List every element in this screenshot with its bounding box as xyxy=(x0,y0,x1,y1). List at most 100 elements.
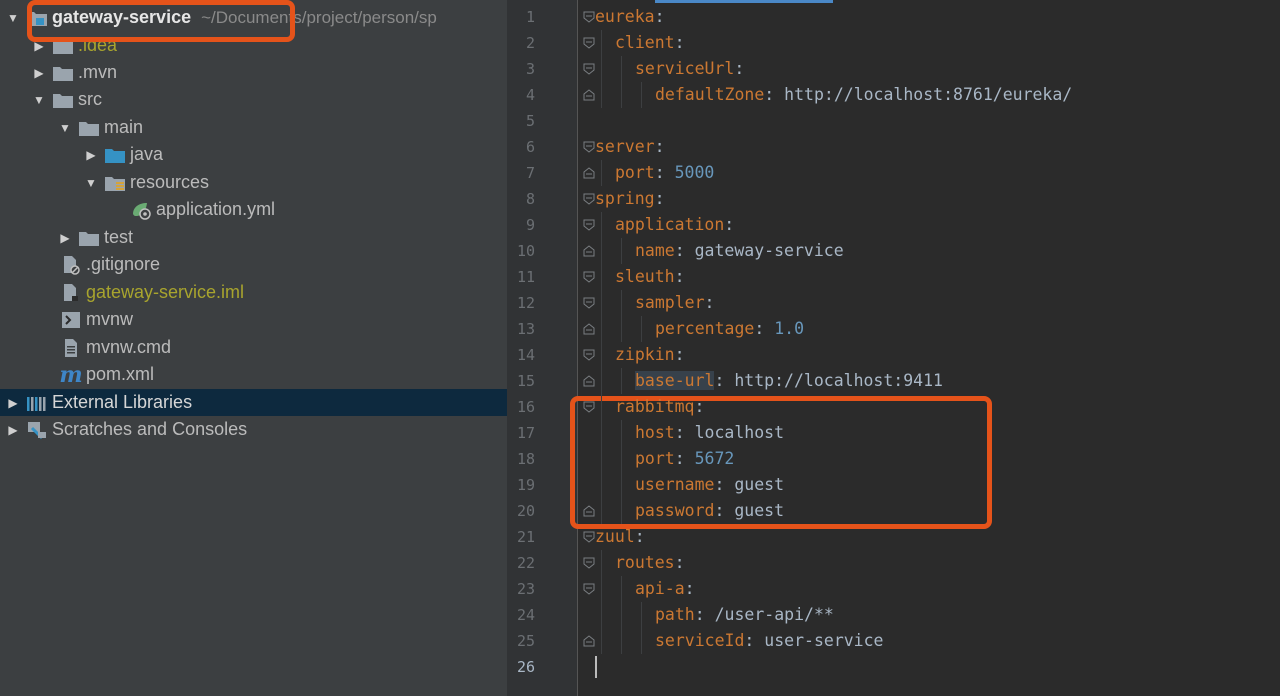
tree-item-application-yml[interactable]: application.yml xyxy=(0,196,507,223)
text-file-icon xyxy=(60,338,82,358)
yaml-colon: : xyxy=(714,371,725,390)
fold-close-icon[interactable] xyxy=(583,167,595,179)
code-line[interactable]: zuul: xyxy=(595,524,645,550)
code-line[interactable]: password: guest xyxy=(635,498,784,524)
tree-item-src[interactable]: ▼ src xyxy=(0,86,507,113)
fold-open-icon[interactable] xyxy=(583,531,595,543)
code-line[interactable]: routes: xyxy=(615,550,685,576)
code-line[interactable]: server: xyxy=(595,134,665,160)
yaml-colon: : xyxy=(694,397,705,416)
code-line[interactable]: base-url: http://localhost:9411 xyxy=(635,368,943,394)
tree-item-java[interactable]: ▶ java xyxy=(0,141,507,168)
fold-open-icon[interactable] xyxy=(583,193,595,205)
yaml-colon: : xyxy=(654,189,665,208)
code-line[interactable]: client: xyxy=(615,30,685,56)
chevron-right-icon[interactable]: ▶ xyxy=(32,66,46,80)
tree-item-label: main xyxy=(104,117,144,137)
code-line[interactable]: defaultZone: http://localhost:8761/eurek… xyxy=(655,82,1072,108)
folder-icon xyxy=(78,228,100,248)
yaml-colon: : xyxy=(734,59,745,78)
fold-close-icon[interactable] xyxy=(583,505,595,517)
yaml-key: host xyxy=(635,423,675,442)
tree-item-label: java xyxy=(130,144,164,164)
code-line[interactable]: port: 5672 xyxy=(635,446,734,472)
code-line[interactable]: sleuth: xyxy=(615,264,685,290)
tree-item-mvnw-cmd[interactable]: mvnw.cmd xyxy=(0,334,507,361)
fold-open-icon[interactable] xyxy=(583,219,595,231)
indent-guide xyxy=(621,628,622,654)
code-line[interactable]: application: xyxy=(615,212,734,238)
code-line[interactable]: name: gateway-service xyxy=(635,238,844,264)
chevron-right-icon[interactable]: ▶ xyxy=(6,423,20,437)
chevron-right-icon[interactable]: ▶ xyxy=(58,231,72,245)
line-number: 15 xyxy=(516,372,535,390)
line-number: 13 xyxy=(516,320,535,338)
yaml-colon: : xyxy=(684,579,695,598)
tree-item-label: mvnw.cmd xyxy=(86,337,172,357)
code-line[interactable]: port: 5000 xyxy=(615,160,714,186)
chevron-right-icon[interactable]: ▶ xyxy=(6,396,20,410)
code-line[interactable]: percentage: 1.0 xyxy=(655,316,804,342)
yaml-key: api-a xyxy=(635,579,685,598)
tree-item-gitignore[interactable]: .gitignore xyxy=(0,251,507,278)
code-line[interactable]: username: guest xyxy=(635,472,784,498)
tree-item-label: .mvn xyxy=(78,62,118,82)
yaml-key: port xyxy=(635,449,675,468)
indent-guide xyxy=(601,368,602,394)
chevron-down-icon[interactable]: ▼ xyxy=(58,121,72,135)
fold-open-icon[interactable] xyxy=(583,11,595,23)
code-line[interactable]: zipkin: xyxy=(615,342,685,368)
code-line[interactable]: api-a: xyxy=(635,576,695,602)
yaml-value: gateway-service xyxy=(694,241,844,260)
chevron-down-icon[interactable]: ▼ xyxy=(32,93,46,107)
fold-open-icon[interactable] xyxy=(583,37,595,49)
code-line[interactable]: path: /user-api/** xyxy=(655,602,834,628)
tree-item-external-libraries[interactable]: ▶ External Libraries xyxy=(0,389,507,416)
fold-open-icon[interactable] xyxy=(583,63,595,75)
code-line[interactable]: spring: xyxy=(595,186,665,212)
chevron-down-icon[interactable]: ▼ xyxy=(84,176,98,190)
fold-open-icon[interactable] xyxy=(583,141,595,153)
fold-open-icon[interactable] xyxy=(583,349,595,361)
chevron-right-icon[interactable]: ▶ xyxy=(84,148,98,162)
code-line[interactable]: eureka: xyxy=(595,4,665,30)
code-line[interactable]: rabbitmq: xyxy=(615,394,704,420)
code-line[interactable]: host: localhost xyxy=(635,420,784,446)
code-line[interactable]: serviceId: user-service xyxy=(655,628,884,654)
chevron-down-icon[interactable]: ▼ xyxy=(6,11,20,25)
fold-open-icon[interactable] xyxy=(583,401,595,413)
tree-item-mvn[interactable]: ▶ .mvn xyxy=(0,59,507,86)
tree-item-test[interactable]: ▶ test xyxy=(0,224,507,251)
code-line[interactable]: serviceUrl: xyxy=(635,56,744,82)
line-number: 14 xyxy=(516,346,535,364)
ignore-file-icon xyxy=(60,255,82,275)
indent-guide xyxy=(621,602,622,628)
yaml-key: base-url xyxy=(635,371,715,390)
tree-item-main[interactable]: ▼ main xyxy=(0,114,507,141)
fold-open-icon[interactable] xyxy=(583,583,595,595)
fold-close-icon[interactable] xyxy=(583,375,595,387)
yaml-editor[interactable]: 1 2 3 4 5 6 7 8 9 10 11 12 13 14 15 16 17 18 19 20 21 22 23 24 2… xyxy=(507,0,1280,696)
tree-item-label: mvnw xyxy=(86,309,134,329)
fold-close-icon[interactable] xyxy=(583,245,595,257)
resources-folder-icon xyxy=(104,173,126,193)
fold-open-icon[interactable] xyxy=(583,557,595,569)
tree-item-iml[interactable]: gateway-service.iml xyxy=(0,279,507,306)
yaml-value: user-service xyxy=(764,631,884,650)
fold-open-icon[interactable] xyxy=(583,271,595,283)
fold-close-icon[interactable] xyxy=(583,635,595,647)
tree-item-scratches[interactable]: ▶ Scratches and Consoles xyxy=(0,416,507,443)
fold-open-icon[interactable] xyxy=(583,297,595,309)
code-line[interactable]: sampler: xyxy=(635,290,714,316)
tree-item-resources[interactable]: ▼ resources xyxy=(0,169,507,196)
active-tab-indicator xyxy=(655,0,833,3)
yaml-value: http://localhost:8761/eureka/ xyxy=(784,85,1073,104)
yaml-colon: : xyxy=(674,241,685,260)
yaml-colon: : xyxy=(674,345,685,364)
tree-item-mvnw[interactable]: mvnw xyxy=(0,306,507,333)
tree-item-pom[interactable]: m pom.xml xyxy=(0,361,507,388)
fold-close-icon[interactable] xyxy=(583,89,595,101)
terminal-script-icon xyxy=(60,310,82,330)
folder-icon xyxy=(52,63,74,83)
fold-close-icon[interactable] xyxy=(583,323,595,335)
